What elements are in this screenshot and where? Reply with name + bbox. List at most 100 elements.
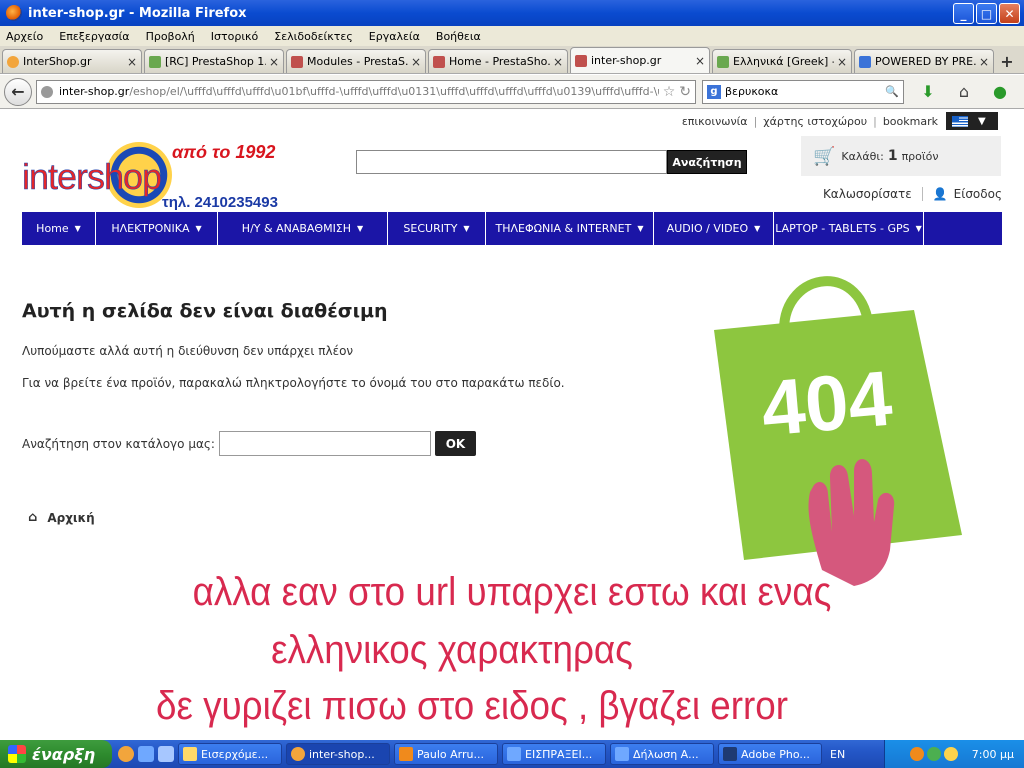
logo-word: intershop (22, 156, 163, 198)
tab-close-icon[interactable]: × (269, 55, 279, 69)
site-search-button[interactable]: Αναζήτηση (667, 150, 747, 174)
nav-audio-video[interactable]: AUDIO / VIDEO ▼ (654, 212, 774, 245)
cart-label: Καλάθι: (841, 149, 884, 163)
addon-icon[interactable]: ● (988, 80, 1012, 104)
annotation-line-3: δε γυριζει πισω στο ειδος , βγαζει error (156, 684, 788, 728)
menu-tools[interactable]: Εργαλεία (369, 30, 420, 43)
home-icon: ⌂ (28, 510, 38, 525)
bookmark-link[interactable]: bookmark (883, 115, 938, 128)
nav-electronics[interactable]: ΗΛΕΚΤΡΟΝΙΚΑ ▼ (96, 212, 218, 245)
tab-greek-language[interactable]: Ελληνικά [Greek] -... × (712, 49, 852, 73)
tab-powered-by[interactable]: POWERED BY PRE... × (854, 49, 994, 73)
tray-icons (909, 747, 958, 761)
vlc-icon (399, 747, 413, 761)
vlc-tray-icon[interactable] (909, 747, 924, 761)
menu-edit[interactable]: Επεξεργασία (59, 30, 129, 43)
download-icon[interactable]: ⬇ (916, 80, 940, 104)
caret-down-icon: ▼ (74, 224, 81, 233)
new-tab-button[interactable]: + (996, 50, 1018, 72)
tab-modules[interactable]: Modules - PrestaS... × (286, 49, 426, 73)
ok-button[interactable]: OK (434, 431, 476, 456)
breadcrumb-home[interactable]: ⌂ Αρχική (28, 510, 95, 525)
language-selector[interactable]: ▼ (946, 112, 998, 130)
favicon-icon (433, 55, 445, 68)
shield-tray-icon[interactable] (926, 747, 941, 761)
task-vlc[interactable]: Paulo Arru... (394, 743, 498, 765)
cart-block[interactable]: 🛒 Καλάθι: 1 προϊόν (801, 136, 1001, 176)
globe-icon (41, 85, 53, 98)
nav-telephony[interactable]: ΤΗΛΕΦΩΝΙΑ & INTERNET ▼ (486, 212, 654, 245)
maximize-button[interactable]: □ (976, 3, 997, 24)
start-button[interactable]: έναρξη (0, 740, 112, 768)
language-indicator[interactable]: EN (830, 748, 845, 761)
login-link[interactable]: Είσοδος (954, 187, 1002, 201)
task-firefox[interactable]: inter-shop... (286, 743, 390, 765)
contact-link[interactable]: επικοινωνία (682, 115, 748, 128)
task-label: Adobe Pho... (741, 747, 810, 761)
caret-down-icon: ▼ (754, 224, 761, 233)
cart-icon: 🛒 (813, 145, 836, 167)
caret-down-icon: ▼ (978, 115, 986, 127)
tab-close-icon[interactable]: × (553, 55, 563, 69)
page-title: Αυτή η σελίδα δεν είναι διαθέσιμη (22, 300, 388, 322)
site-search-input[interactable] (356, 150, 667, 174)
window-controls: _ □ ✕ (953, 3, 1020, 24)
tab-label: Ελληνικά [Greek] -... (733, 55, 834, 68)
tab-home-prestashop[interactable]: Home - PrestaSho... × (428, 49, 568, 73)
explorer-quicklaunch-icon[interactable] (158, 746, 174, 762)
tab-inter-shop-active[interactable]: inter-shop.gr × (570, 47, 710, 73)
firefox-quicklaunch-icon[interactable] (118, 746, 134, 762)
tab-close-icon[interactable]: × (979, 55, 989, 69)
sitemap-link[interactable]: χάρτης ιστοχώρου (763, 115, 867, 128)
window-titlebar[interactable]: inter-shop.gr - Mozilla Firefox _ □ ✕ (0, 0, 1024, 26)
firefox-icon (291, 747, 305, 761)
url-path: /eshop/el/\ufffd\ufffd\ufffd\u01bf\ufffd… (129, 85, 659, 98)
task-label: Δήλωση Α... (633, 747, 699, 761)
tab-strip: InterShop.gr × [RC] PrestaShop 1... × Mo… (0, 46, 1024, 74)
menu-history[interactable]: Ιστορικό (211, 30, 259, 43)
task-photoshop[interactable]: Adobe Pho... (718, 743, 822, 765)
network-tray-icon[interactable] (943, 747, 958, 761)
tab-close-icon[interactable]: × (127, 55, 137, 69)
tab-intershop[interactable]: InterShop.gr × (2, 49, 142, 73)
nav-security[interactable]: SECURITY ▼ (388, 212, 486, 245)
tab-close-icon[interactable]: × (837, 55, 847, 69)
catalog-search: Αναζήτηση στον κατάλογο μας: OK (22, 431, 476, 456)
menu-view[interactable]: Προβολή (146, 30, 195, 43)
catalog-search-input[interactable] (218, 431, 431, 456)
mail-icon (183, 747, 197, 761)
magnifier-icon[interactable]: 🔍 (885, 85, 899, 98)
nav-label: SECURITY (403, 222, 458, 235)
browser-search-value: βερυκοκα (725, 85, 779, 98)
browser-search-bar[interactable]: g βερυκοκα 🔍 (702, 79, 904, 104)
reload-icon[interactable]: ↻ (679, 84, 691, 100)
menu-file[interactable]: Αρχείο (6, 30, 43, 43)
nav-computers[interactable]: Η/Υ & ΑΝΑΒΑΘΜΙΣΗ ▼ (218, 212, 388, 245)
site-logo[interactable]: intershop από το 1992 τηλ. 2410235493 (22, 142, 292, 212)
tab-close-icon[interactable]: × (411, 55, 421, 69)
tab-label: POWERED BY PRE... (875, 55, 976, 68)
bookmark-star-icon[interactable]: ☆ (663, 84, 676, 100)
system-tray: 7:00 μμ (884, 740, 1024, 768)
tab-close-icon[interactable]: × (695, 54, 705, 68)
task-receipts[interactable]: ΕΙΣΠΡΑΞΕΙ... (502, 743, 606, 765)
quick-launch (118, 746, 174, 762)
ie-quicklaunch-icon[interactable] (138, 746, 154, 762)
caret-down-icon: ▼ (357, 224, 364, 233)
menu-help[interactable]: Βοήθεια (436, 30, 481, 43)
home-icon[interactable]: ⌂ (952, 80, 976, 104)
caret-down-icon: ▼ (637, 224, 644, 233)
task-inbox[interactable]: Εισερχόμε... (178, 743, 282, 765)
menu-bookmarks[interactable]: Σελιδοδείκτες (274, 30, 353, 43)
nav-label: Home (36, 222, 69, 235)
google-icon[interactable]: g (707, 84, 721, 99)
minimize-button[interactable]: _ (953, 3, 974, 24)
nav-home[interactable]: Home ▼ (22, 212, 96, 245)
back-button[interactable]: ← (4, 77, 32, 106)
welcome-text: Καλωσορίσατε (822, 187, 912, 201)
url-bar[interactable]: inter-shop.gr /eshop/el/\ufffd\ufffd\uff… (36, 79, 696, 104)
task-declaration[interactable]: Δήλωση Α... (610, 743, 714, 765)
nav-laptops[interactable]: LAPTOP - TABLETS - GPS ▼ (774, 212, 924, 245)
close-button[interactable]: ✕ (999, 3, 1020, 24)
tab-prestashop-rc[interactable]: [RC] PrestaShop 1... × (144, 49, 284, 73)
